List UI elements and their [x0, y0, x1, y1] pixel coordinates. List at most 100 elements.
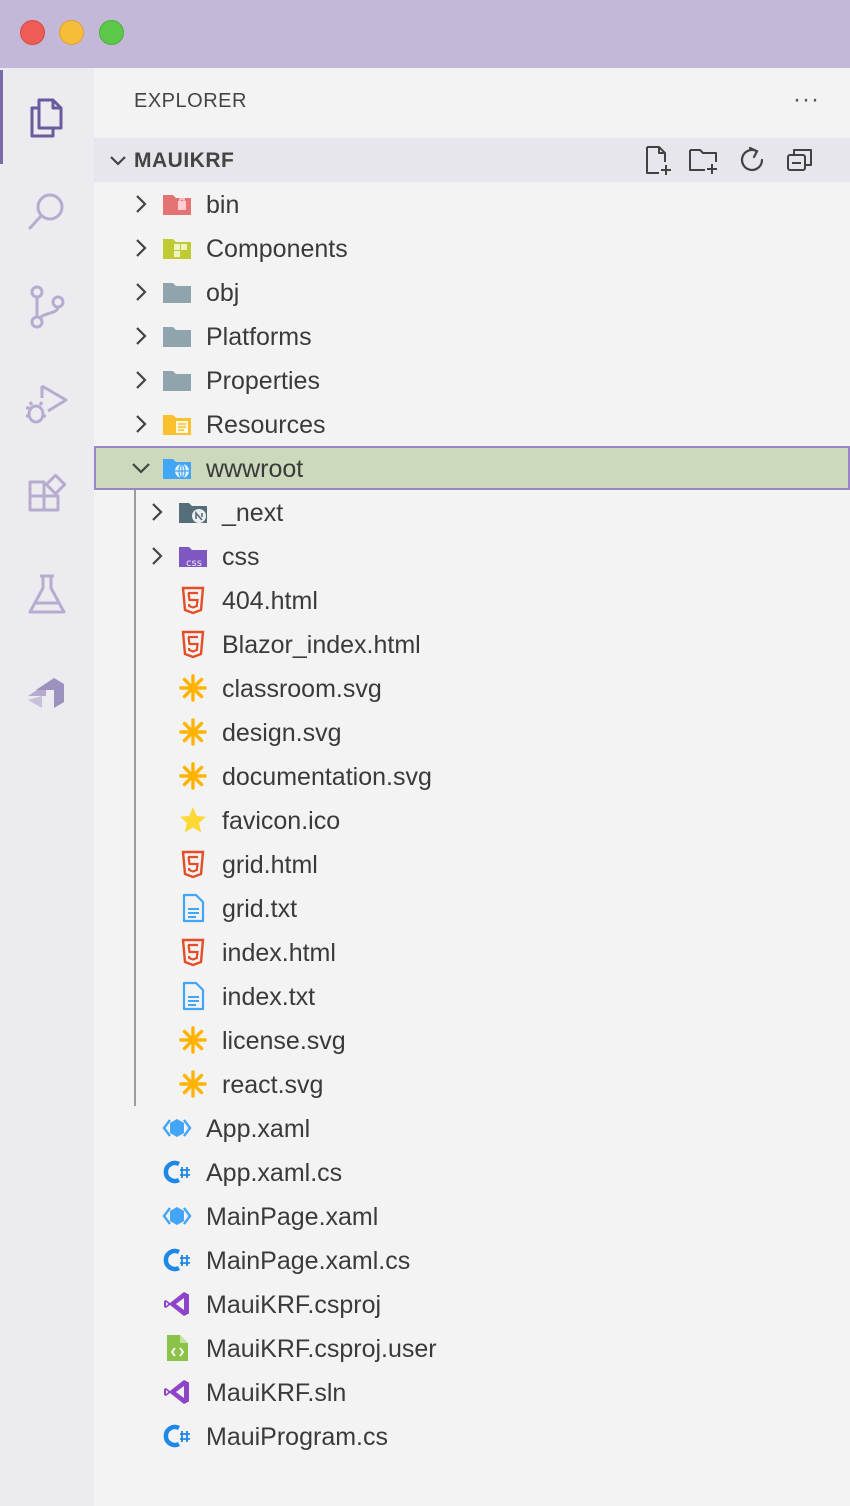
folder-components-icon — [162, 233, 192, 263]
file-row[interactable]: grid.txt — [94, 886, 850, 930]
folder-row[interactable]: Properties — [94, 358, 850, 402]
folder-row[interactable]: _next — [94, 490, 850, 534]
file-row[interactable]: grid.html — [94, 842, 850, 886]
run-debug-icon[interactable] — [0, 356, 94, 450]
folder-row[interactable]: Components — [94, 226, 850, 270]
tree-item-label: App.xaml — [206, 1115, 311, 1143]
folder-next-icon — [178, 497, 208, 527]
tree-item-label: favicon.ico — [222, 807, 341, 835]
tree-item-label: MauiKRF.sln — [206, 1379, 347, 1407]
csharp-icon — [162, 1421, 192, 1451]
tree-item-label: license.svg — [222, 1027, 346, 1055]
xaml-icon — [162, 1113, 192, 1143]
tree-item-label: Properties — [206, 367, 320, 395]
sidebar-title: EXPLORER — [134, 90, 247, 112]
folder-icon — [162, 365, 192, 395]
folder-icon — [162, 277, 192, 307]
tree-item-label: css — [222, 543, 260, 571]
file-row[interactable]: MauiKRF.sln — [94, 1370, 850, 1414]
explorer-sidebar: EXPLORER ··· MAUIKRF bin Components obj … — [94, 68, 850, 1506]
file-row[interactable]: Blazor_index.html — [94, 622, 850, 666]
file-row[interactable]: App.xaml — [94, 1106, 850, 1150]
tree-item-label: documentation.svg — [222, 763, 432, 791]
chevron-right-icon[interactable] — [130, 413, 152, 435]
chevron-down-icon[interactable] — [130, 457, 152, 479]
tree-item-label: bin — [206, 191, 240, 219]
file-row[interactable]: classroom.svg — [94, 666, 850, 710]
html5-icon — [178, 849, 208, 879]
chevron-right-icon[interactable] — [146, 545, 168, 567]
collapse-all-icon[interactable] — [784, 144, 816, 176]
extensions-icon[interactable] — [0, 452, 94, 546]
svg-icon — [178, 717, 208, 747]
file-row[interactable]: documentation.svg — [94, 754, 850, 798]
testing-icon[interactable] — [0, 548, 94, 642]
file-row[interactable]: MauiProgram.cs — [94, 1414, 850, 1458]
folder-row[interactable]: wwwroot — [94, 446, 850, 490]
html5-icon — [178, 629, 208, 659]
folder-web-icon — [162, 453, 192, 483]
chevron-down-icon — [110, 156, 126, 166]
folder-row[interactable]: Platforms — [94, 314, 850, 358]
minimize-window-button[interactable] — [59, 20, 84, 45]
chevron-right-icon[interactable] — [130, 281, 152, 303]
html5-icon — [178, 937, 208, 967]
explorer-icon[interactable] — [0, 70, 94, 164]
search-icon[interactable] — [0, 164, 94, 258]
chevron-right-icon[interactable] — [130, 325, 152, 347]
tree-item-label: MauiKRF.csproj — [206, 1291, 382, 1319]
new-folder-icon[interactable] — [688, 144, 720, 176]
tree-item-label: grid.txt — [222, 895, 298, 923]
refresh-icon[interactable] — [736, 144, 768, 176]
file-row[interactable]: MauiKRF.csproj — [94, 1282, 850, 1326]
folder-resources-icon — [162, 409, 192, 439]
chevron-right-icon[interactable] — [146, 501, 168, 523]
tree-item-label: obj — [206, 279, 240, 307]
file-row[interactable]: react.svg — [94, 1062, 850, 1106]
source-control-icon[interactable] — [0, 260, 94, 354]
folder-row[interactable]: obj — [94, 270, 850, 314]
tree-item-label: index.txt — [222, 983, 316, 1011]
tree-item-label: grid.html — [222, 851, 318, 879]
new-file-icon[interactable] — [642, 144, 674, 176]
folder-row[interactable]: css css — [94, 534, 850, 578]
svg-text:css: css — [186, 558, 202, 569]
extension-panel-icon[interactable] — [0, 644, 94, 738]
file-row[interactable]: index.txt — [94, 974, 850, 1018]
tree-item-label: MauiKRF.csproj.user — [206, 1335, 437, 1363]
file-row[interactable]: App.xaml.cs — [94, 1150, 850, 1194]
folder-row[interactable]: bin — [94, 182, 850, 226]
tree-item-label: design.svg — [222, 719, 342, 747]
folder-row[interactable]: Resources — [94, 402, 850, 446]
tree-item-label: Blazor_index.html — [222, 631, 421, 659]
file-row[interactable]: 404.html — [94, 578, 850, 622]
zoom-window-button[interactable] — [99, 20, 124, 45]
folder-css-icon: css — [178, 541, 208, 571]
tree-item-label: Resources — [206, 411, 326, 439]
file-row[interactable]: MainPage.xaml.cs — [94, 1238, 850, 1282]
folder-icon — [162, 321, 192, 351]
file-row[interactable]: MauiKRF.csproj.user — [94, 1326, 850, 1370]
tree-item-label: MainPage.xaml.cs — [206, 1247, 411, 1275]
chevron-right-icon[interactable] — [130, 369, 152, 391]
file-row[interactable]: index.html — [94, 930, 850, 974]
tree-item-label: classroom.svg — [222, 675, 382, 703]
indent-guide — [134, 490, 136, 1106]
csharp-icon — [162, 1157, 192, 1187]
more-actions-button[interactable]: ··· — [793, 86, 820, 114]
svg-icon — [178, 673, 208, 703]
file-row[interactable]: design.svg — [94, 710, 850, 754]
file-row[interactable]: favicon.ico — [94, 798, 850, 842]
close-window-button[interactable] — [20, 20, 45, 45]
tree-item-label: MainPage.xaml — [206, 1203, 379, 1231]
file-row[interactable]: license.svg — [94, 1018, 850, 1062]
svg-icon — [178, 1025, 208, 1055]
chevron-right-icon[interactable] — [130, 193, 152, 215]
tree-item-label: Platforms — [206, 323, 312, 351]
favicon-star-icon — [178, 805, 208, 835]
visual-studio-icon — [162, 1289, 192, 1319]
tree-item-label: 404.html — [222, 587, 318, 615]
workspace-section-header[interactable]: MAUIKRF — [94, 138, 850, 182]
file-row[interactable]: MainPage.xaml — [94, 1194, 850, 1238]
chevron-right-icon[interactable] — [130, 237, 152, 259]
